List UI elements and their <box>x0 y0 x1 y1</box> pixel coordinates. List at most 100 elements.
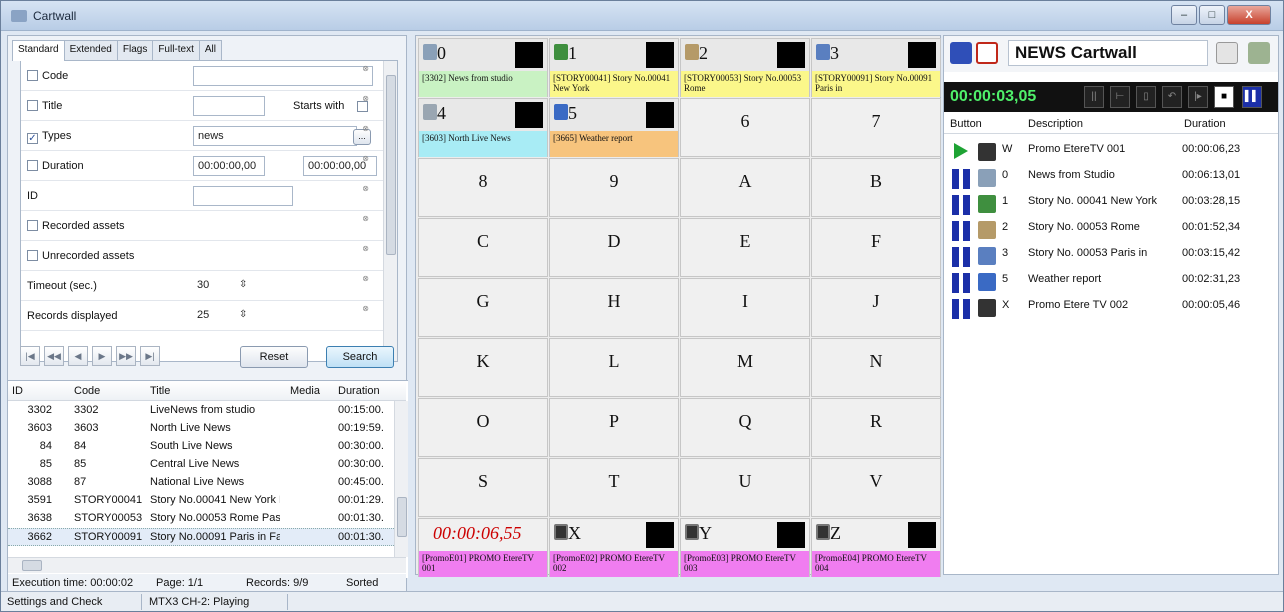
loop-icon[interactable]: ↶ <box>1162 86 1182 108</box>
cart-button-A[interactable]: A <box>680 158 810 217</box>
col-code[interactable]: Code <box>74 385 100 397</box>
table-row[interactable]: 3088 87 National Live News 00:45:00. <box>8 474 396 492</box>
col-title[interactable]: Title <box>150 385 170 397</box>
col-duration[interactable]: Duration <box>338 385 380 397</box>
playlist-row[interactable]: W Promo EtereTV 001 00:00:06,23 <box>944 136 1278 162</box>
scroll-thumb[interactable] <box>397 497 407 537</box>
cart-button-R[interactable]: R <box>811 398 941 457</box>
cart-button-4[interactable]: 4 [3603] North Live News <box>418 98 548 157</box>
cart-button-9[interactable]: 9 <box>549 158 679 217</box>
code-checkbox[interactable] <box>27 70 38 81</box>
prev-page-icon[interactable]: ◀ <box>68 346 88 366</box>
clear-icon[interactable]: ⊗ <box>362 64 369 73</box>
frame-icon[interactable]: ▯ <box>1136 86 1156 108</box>
playlist-row[interactable]: 3 Story No. 00053 Paris in 00:03:15,42 <box>944 240 1278 267</box>
filter-scrollbar[interactable] <box>383 61 397 361</box>
tab-all[interactable]: All <box>198 40 222 60</box>
table-row[interactable]: 84 84 South Live News 00:30:00. <box>8 438 396 456</box>
step-icon[interactable]: ⊢ <box>1110 86 1130 108</box>
pause-icon[interactable] <box>952 195 972 215</box>
cart-button-S[interactable]: S <box>418 458 548 517</box>
table-row[interactable]: 3638 STORY00053 Story No.00053 Rome Pass 00… <box>8 510 396 528</box>
reset-button[interactable]: Reset <box>240 346 308 368</box>
cart-button-8[interactable]: 8 <box>418 158 548 217</box>
table-row[interactable]: 3302 3302 LiveNews from studio 00:15:00. <box>8 402 396 420</box>
spinner-icon[interactable]: ⇳ <box>239 279 247 290</box>
cart-button-D[interactable]: D <box>549 218 679 277</box>
cart-button-H[interactable]: H <box>549 278 679 337</box>
cart-button-5[interactable]: 5 [3665] Weather report <box>549 98 679 157</box>
next-page-icon[interactable]: ▶ <box>92 346 112 366</box>
playlist-row[interactable]: X Promo Etere TV 002 00:00:05,46 <box>944 292 1278 319</box>
play-icon[interactable] <box>954 143 968 159</box>
cart-button-Y[interactable]: Y [PromoE03] PROMO EtereTV 003 <box>680 518 810 577</box>
code-input[interactable] <box>193 66 373 86</box>
minimize-button[interactable]: – <box>1171 5 1197 25</box>
cart-button-Z[interactable]: Z [PromoE04] PROMO EtereTV 004 <box>811 518 941 577</box>
pause-icon[interactable] <box>952 247 972 267</box>
duration-from-input[interactable]: 00:00:00,00 <box>193 156 265 176</box>
cart-button-N[interactable]: N <box>811 338 941 397</box>
clear-icon[interactable]: ⊗ <box>362 94 369 103</box>
unrecorded-checkbox[interactable] <box>27 250 38 261</box>
cart-button-M[interactable]: M <box>680 338 810 397</box>
cart-button-T[interactable]: T <box>549 458 679 517</box>
prev-block-icon[interactable]: ◀◀ <box>44 346 64 366</box>
refresh-icon[interactable] <box>976 42 998 64</box>
results-scrollbar[interactable] <box>394 401 408 557</box>
tab-extended[interactable]: Extended <box>63 40 118 60</box>
title-checkbox[interactable] <box>27 100 38 111</box>
table-row[interactable]: 3591 STORY00041 Story No.00041 New York F 0… <box>8 492 396 510</box>
tab-standard[interactable]: Standard <box>12 40 65 61</box>
table-row[interactable]: 85 85 Central Live News 00:30:00. <box>8 456 396 474</box>
scroll-thumb[interactable] <box>386 75 396 255</box>
clear-icon[interactable]: ⊗ <box>362 274 369 283</box>
pause-icon[interactable] <box>952 273 972 293</box>
cart-button-C[interactable]: C <box>418 218 548 277</box>
maximize-button[interactable]: □ <box>1199 5 1225 25</box>
results-hscrollbar[interactable] <box>8 557 406 573</box>
col-duration[interactable]: Duration <box>1184 118 1226 130</box>
cart-button-3[interactable]: 3 [STORY00091] Story No.00091 Paris in <box>811 38 941 97</box>
tab-flags[interactable]: Flags <box>116 40 154 60</box>
cart-button-G[interactable]: G <box>418 278 548 337</box>
clear-icon[interactable]: ⊗ <box>362 154 369 163</box>
recorded-checkbox[interactable] <box>27 220 38 231</box>
cart-button-Q[interactable]: Q <box>680 398 810 457</box>
cart-button-2[interactable]: 2 [STORY00053] Story No.00053 Rome <box>680 38 810 97</box>
cart-button-V[interactable]: V <box>811 458 941 517</box>
types-checkbox[interactable]: ✓ <box>27 133 38 144</box>
col-media[interactable]: Media <box>290 385 320 397</box>
scroll-thumb[interactable] <box>22 560 42 571</box>
tab-full-text[interactable]: Full-text <box>152 40 200 60</box>
types-input[interactable]: news <box>193 126 357 146</box>
cart-button-O[interactable]: O <box>418 398 548 457</box>
cart-button-F[interactable]: F <box>811 218 941 277</box>
last-page-icon[interactable]: ▶| <box>140 346 160 366</box>
col-description[interactable]: Description <box>1028 118 1083 130</box>
cart-button-7[interactable]: 7 <box>811 98 941 157</box>
col-button[interactable]: Button <box>950 118 982 130</box>
table-row[interactable]: 3662 STORY00091 Story No.00091 Paris in Fa… <box>8 528 396 546</box>
search-button[interactable]: Search <box>326 346 394 368</box>
cart-button-K[interactable]: K <box>418 338 548 397</box>
cart-button-X[interactable]: X [PromoE02] PROMO EtereTV 002 <box>549 518 679 577</box>
pause-icon[interactable] <box>952 169 972 189</box>
cart-button-0[interactable]: 0 [3302] News from studio <box>418 38 548 97</box>
cart-button-playing[interactable]: 00:00:06,55 [PromoE01] PROMO EtereTV 001 <box>418 518 548 577</box>
next-block-icon[interactable]: ▶▶ <box>116 346 136 366</box>
pause-icon[interactable] <box>952 299 972 319</box>
playlist-row[interactable]: 2 Story No. 00053 Rome 00:01:52,34 <box>944 214 1278 241</box>
pause-icon[interactable] <box>952 221 972 241</box>
pause-icon[interactable]: || <box>1084 86 1104 108</box>
first-page-icon[interactable]: |◀ <box>20 346 40 366</box>
duration-checkbox[interactable] <box>27 160 38 171</box>
playlist-row[interactable]: 1 Story No. 00041 New York 00:03:28,15 <box>944 188 1278 215</box>
clear-icon[interactable]: ⊗ <box>362 184 369 193</box>
id-input[interactable] <box>193 186 293 206</box>
cart-button-6[interactable]: 6 <box>680 98 810 157</box>
stop-icon[interactable]: ■ <box>1214 86 1234 108</box>
close-button[interactable]: X <box>1227 5 1271 25</box>
next-icon[interactable]: |▸ <box>1188 86 1208 108</box>
eject-icon[interactable] <box>1216 42 1238 64</box>
